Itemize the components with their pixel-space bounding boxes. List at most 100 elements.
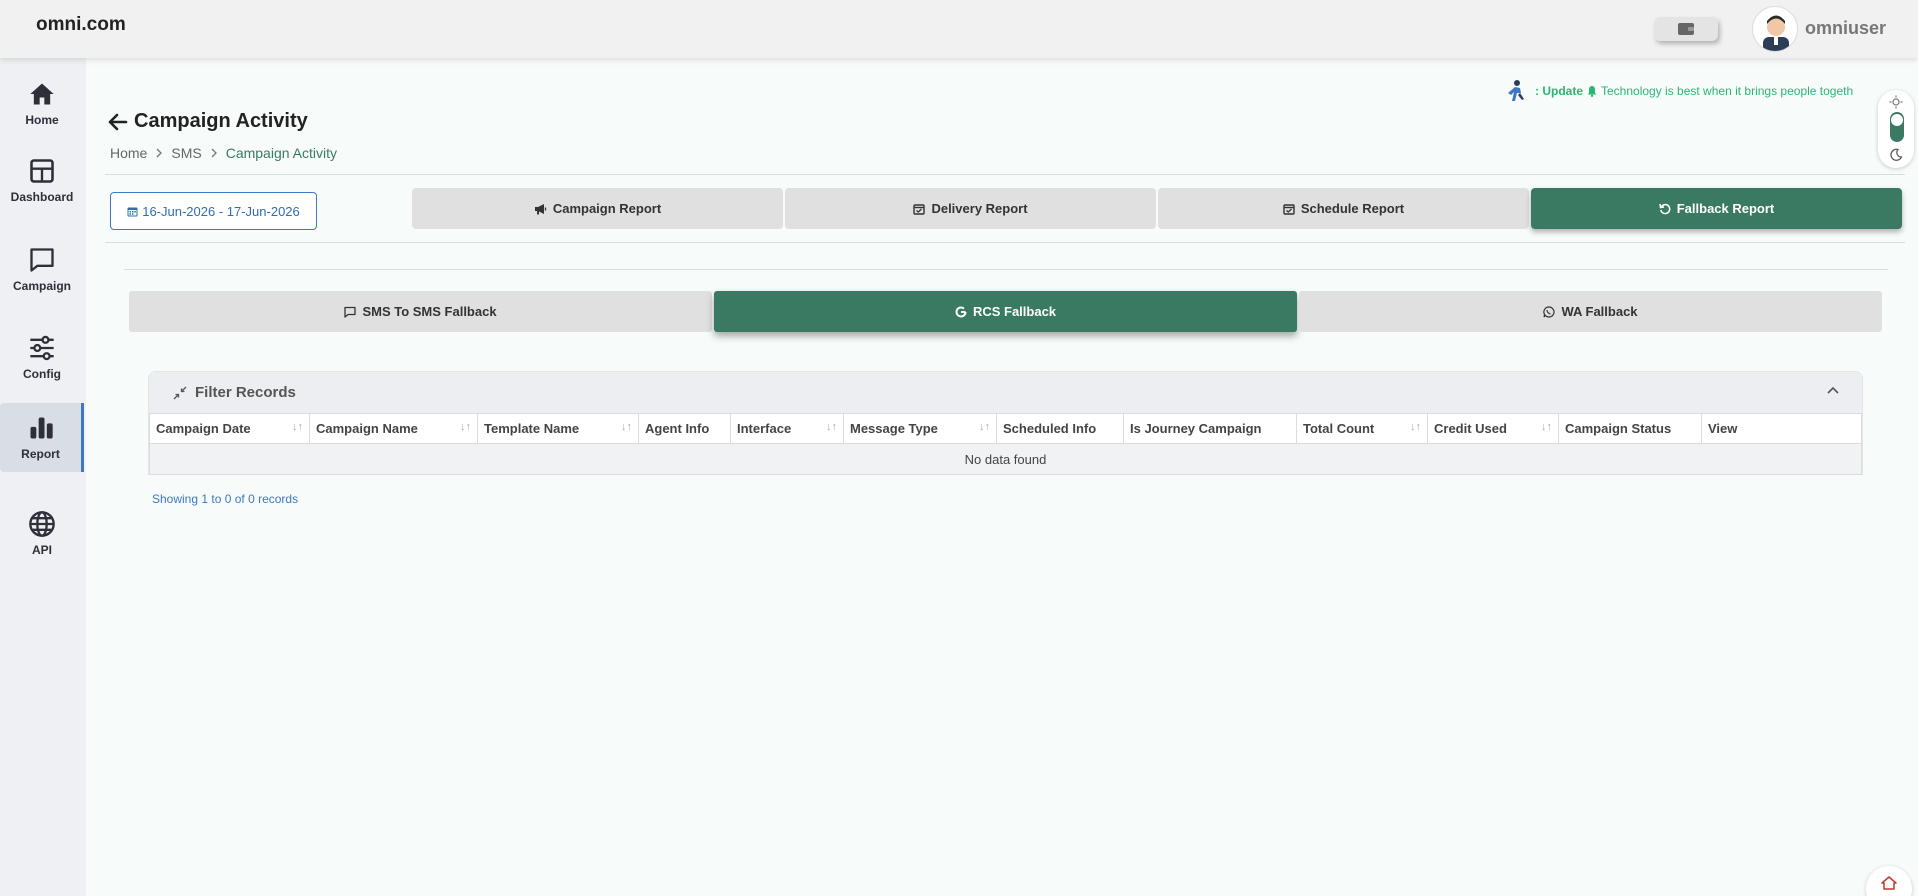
globe-icon (29, 510, 55, 537)
announcement-ticker: : Update Technology is best when it brin… (1505, 78, 1890, 104)
records-table: Campaign Date ↓↑ Campaign Name ↓↑ Template… (149, 413, 1862, 475)
username[interactable]: omniuser (1805, 18, 1886, 39)
theme-toggle-knob[interactable] (1891, 114, 1903, 126)
dashboard-icon (30, 158, 54, 183)
theme-toggle[interactable] (1878, 90, 1914, 168)
tab-label: Delivery Report (931, 201, 1028, 216)
tab-label: WA Fallback (1561, 304, 1638, 319)
sort-icon[interactable]: ↓↑ (460, 421, 471, 433)
sidebar-item-label: Report (21, 447, 60, 461)
sidebar-item-dashboard[interactable]: Dashboard (0, 145, 84, 215)
sidebar: Home Dashboard Campaign Config Report AP… (0, 58, 86, 896)
chat-icon (30, 247, 54, 272)
sidebar-item-label: Home (25, 112, 59, 127)
page-title: Campaign Activity (108, 110, 308, 133)
filter-panel-header[interactable]: Filter Records (149, 372, 1862, 413)
tab-sms-to-sms-fallback[interactable]: SMS To SMS Fallback (129, 291, 712, 332)
home-icon (1881, 876, 1897, 890)
tab-rcs-fallback[interactable]: RCS Fallback (714, 291, 1297, 332)
divider (124, 269, 1888, 270)
tab-label: Schedule Report (1300, 201, 1405, 216)
sort-icon[interactable]: ↓↑ (1541, 421, 1552, 433)
whatsapp-icon (1543, 305, 1555, 318)
tab-label: Campaign Report (552, 201, 662, 216)
wallet-button[interactable] (1654, 17, 1718, 41)
page-title-text: Campaign Activity (134, 110, 308, 132)
column-header[interactable]: Campaign Name ↓↑ (309, 413, 478, 444)
column-header[interactable]: Credit Used ↓↑ (1427, 413, 1559, 444)
tab-fallback-report[interactable]: Fallback Report (1531, 188, 1902, 229)
divider (105, 174, 1905, 175)
tab-label: SMS To SMS Fallback (362, 304, 497, 319)
filter-title: Filter Records (195, 384, 296, 401)
top-bar: omni.com omniuser (0, 0, 1918, 58)
sidebar-item-home[interactable]: Home (0, 68, 84, 138)
date-range-picker[interactable]: 16-Jun-2026 - 17-Jun-2026 (110, 192, 317, 230)
sidebar-item-label: Dashboard (10, 189, 74, 204)
floating-home-button[interactable] (1866, 866, 1912, 896)
sidebar-item-api[interactable]: API (0, 498, 84, 568)
column-header[interactable]: Interface ↓↑ (730, 413, 844, 444)
bar-chart-icon (30, 417, 53, 439)
sort-icon[interactable]: ↓↑ (621, 421, 632, 433)
bell-icon (1587, 86, 1597, 97)
tab-label: Fallback Report (1676, 201, 1775, 216)
chevron-right-icon (156, 148, 163, 158)
megaphone-icon (534, 203, 546, 214)
column-header: View (1701, 413, 1862, 444)
column-header[interactable]: Campaign Date ↓↑ (149, 413, 310, 444)
tab-wa-fallback[interactable]: WA Fallback (1299, 291, 1882, 332)
column-header: Scheduled Info (996, 413, 1124, 444)
divider (105, 242, 1905, 243)
breadcrumb-current: Campaign Activity (225, 145, 337, 161)
sun-icon (1889, 95, 1903, 109)
column-header[interactable]: Total Count ↓↑ (1296, 413, 1428, 444)
filter-panel: Filter Records Campaign Date ↓↑ Campaign … (148, 371, 1863, 475)
table-row: No data found (149, 443, 1862, 475)
collapse-arrows-icon[interactable] (173, 386, 187, 400)
sort-icon[interactable]: ↓↑ (1410, 421, 1421, 433)
back-arrow-icon[interactable] (108, 113, 128, 131)
avatar[interactable] (1752, 6, 1798, 52)
chevron-right-icon (211, 148, 217, 158)
sidebar-item-label: Campaign (12, 278, 71, 293)
brand-logo[interactable]: omni.com (36, 14, 126, 36)
sidebar-item-label: API (31, 542, 52, 557)
empty-message: No data found (149, 443, 1862, 475)
column-header: Campaign Status (1558, 413, 1702, 444)
column-header: Agent Info (638, 413, 731, 444)
column-header: Is Journey Campaign (1123, 413, 1297, 444)
sliders-icon (30, 335, 54, 360)
ticker-message: Technology is best when it brings people… (1601, 84, 1854, 98)
sort-icon[interactable]: ↓↑ (292, 421, 303, 433)
sort-icon[interactable]: ↓↑ (979, 421, 990, 433)
message-icon (344, 306, 357, 318)
calendar-check-icon (913, 203, 926, 215)
breadcrumb-sms[interactable]: SMS (171, 145, 201, 161)
tab-campaign-report[interactable]: Campaign Report (412, 188, 783, 229)
sidebar-item-label: Config (23, 366, 61, 381)
sort-icon[interactable]: ↓↑ (826, 421, 837, 433)
refresh-icon (1658, 203, 1671, 214)
home-icon (30, 83, 54, 104)
tab-schedule-report[interactable]: Schedule Report (1158, 188, 1529, 229)
tab-delivery-report[interactable]: Delivery Report (785, 188, 1156, 229)
sidebar-item-report[interactable]: Report (0, 403, 84, 472)
records-info: Showing 1 to 0 of 0 records (152, 492, 299, 506)
column-header[interactable]: Template Name ↓↑ (477, 413, 639, 444)
moon-icon (1890, 148, 1903, 161)
date-range-text: 16-Jun-2026 - 17-Jun-2026 (142, 203, 300, 219)
table-header-row: Campaign Date ↓↑ Campaign Name ↓↑ Template… (149, 413, 1862, 444)
chevron-up-icon[interactable] (1826, 385, 1840, 395)
breadcrumb: Home SMS Campaign Activity (110, 145, 337, 161)
tab-label: RCS Fallback (972, 304, 1057, 319)
calendar-check-icon (1283, 203, 1295, 215)
wallet-icon (1678, 23, 1694, 35)
breadcrumb-home[interactable]: Home (110, 145, 147, 161)
ticker-update-label: : Update (1535, 84, 1583, 98)
google-icon (955, 305, 967, 317)
column-header[interactable]: Message Type ↓↑ (843, 413, 997, 444)
sidebar-item-config[interactable]: Config (0, 322, 84, 392)
sidebar-item-campaign[interactable]: Campaign (0, 234, 84, 304)
running-person-icon (1508, 80, 1524, 101)
